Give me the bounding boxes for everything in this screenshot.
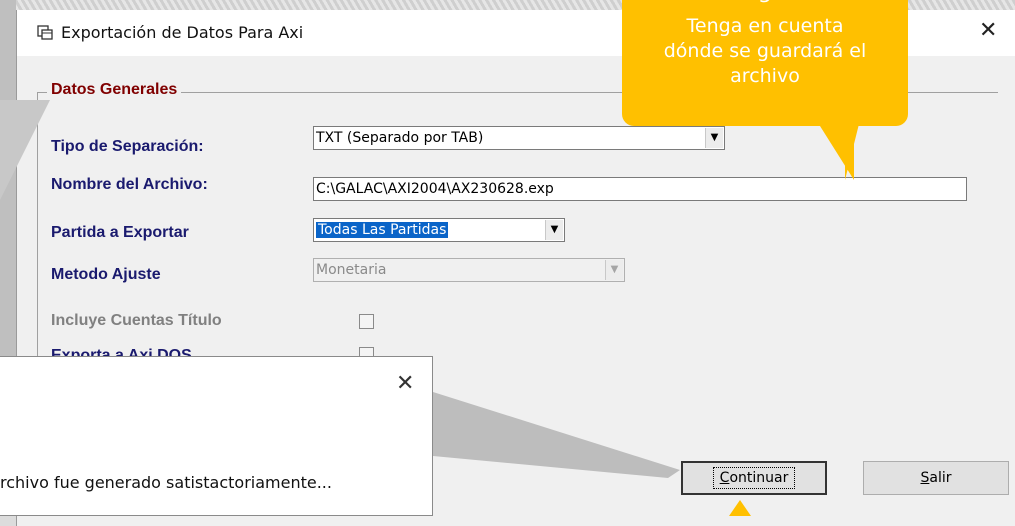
callout-line1: Tenga en cuenta	[686, 15, 844, 37]
callout-line3: archivo	[730, 65, 800, 87]
message-connector	[433, 392, 680, 478]
message-box: ✕ rchivo fue generado satistactoriamente…	[0, 356, 433, 516]
callout-line2: dónde se guardará el	[663, 40, 867, 62]
callout-bubble: 3 Tenga en cuenta dónde se guardará el a…	[622, 0, 908, 126]
left-connector	[0, 100, 50, 200]
message-text: rchivo fue generado satistactoriamente..…	[0, 473, 332, 492]
callout-number: 3	[622, 0, 908, 9]
callout-tail-edge	[845, 124, 859, 180]
message-clip: rchivo fue generado satistactoriamente..…	[0, 357, 433, 517]
